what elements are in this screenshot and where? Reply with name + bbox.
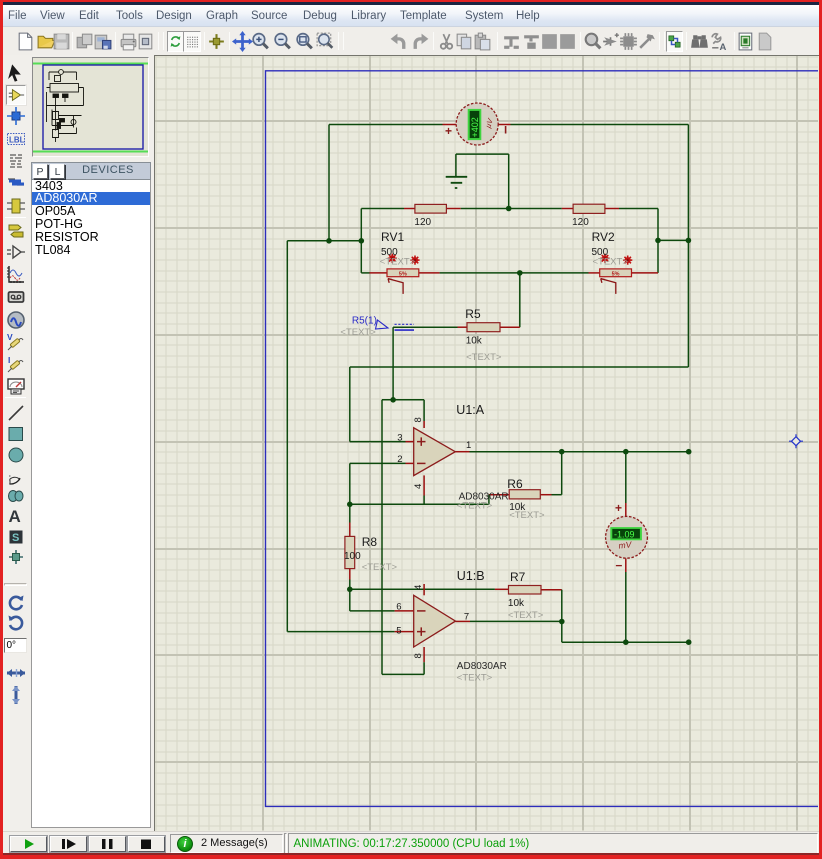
svg-text:<TEXT>: <TEXT>: [380, 257, 416, 268]
svg-text:+: +: [615, 501, 622, 515]
svg-text:<TEXT>: <TEXT>: [457, 501, 493, 512]
svg-text:+: +: [445, 124, 452, 138]
svg-text:AD8030AR: AD8030AR: [457, 661, 507, 672]
svg-text:4: 4: [413, 484, 424, 489]
svg-text:<TEXT>: <TEXT>: [340, 327, 376, 338]
svg-text:-1.09: -1.09: [614, 530, 635, 540]
svg-text:<TEXT>: <TEXT>: [593, 257, 629, 268]
svg-text:S: S: [12, 532, 19, 544]
svg-text:1: 1: [466, 440, 471, 451]
svg-text:120: 120: [572, 217, 589, 228]
svg-text:5%: 5%: [612, 271, 620, 277]
svg-text:120: 120: [414, 217, 431, 228]
svg-text:A: A: [720, 42, 727, 52]
svg-text:<TEXT>: <TEXT>: [466, 352, 502, 363]
svg-text:I: I: [8, 355, 10, 365]
svg-text:R7: R7: [510, 570, 526, 584]
svg-text:2: 2: [397, 454, 402, 465]
svg-text:10k: 10k: [508, 598, 525, 609]
svg-text:−: −: [615, 559, 622, 573]
svg-text:100: 100: [344, 551, 361, 562]
svg-text:LBL: LBL: [9, 136, 25, 145]
svg-text:7: 7: [464, 611, 469, 622]
svg-text:mV: mV: [618, 539, 633, 550]
svg-text:<TEXT>: <TEXT>: [362, 562, 398, 573]
svg-text:<TEXT>: <TEXT>: [457, 673, 493, 684]
svg-text:R6: R6: [507, 477, 523, 491]
svg-text:R8: R8: [362, 535, 378, 549]
svg-text:6: 6: [396, 602, 401, 613]
svg-text:3: 3: [397, 432, 402, 443]
svg-text:5: 5: [396, 625, 401, 636]
svg-text:8: 8: [413, 653, 424, 658]
svg-text:U1:A: U1:A: [456, 403, 484, 417]
svg-text:RV1: RV1: [381, 230, 404, 244]
svg-text:<TEXT>: <TEXT>: [509, 510, 545, 521]
svg-text:U1:B: U1:B: [457, 569, 485, 583]
svg-text:10k: 10k: [466, 336, 483, 347]
svg-text:A: A: [9, 507, 21, 526]
svg-text:R5: R5: [465, 307, 481, 321]
svg-text:5%: 5%: [399, 271, 407, 277]
svg-text:4: 4: [413, 585, 424, 590]
svg-text:<TEXT>: <TEXT>: [508, 610, 544, 621]
svg-text:8: 8: [413, 417, 424, 422]
svg-text:V: V: [7, 332, 13, 342]
svg-text:RV2: RV2: [592, 230, 615, 244]
svg-text:R5(1): R5(1): [352, 316, 377, 327]
svg-text:+402: +402: [470, 117, 480, 137]
